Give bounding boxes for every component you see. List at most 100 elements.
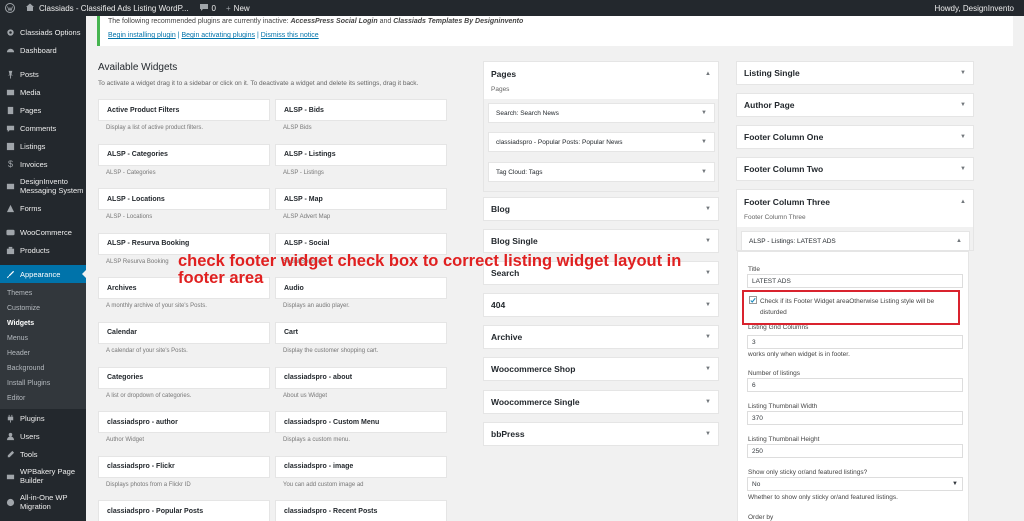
sidebar-item-migration[interactable]: All-in-One WP Migration [0,489,86,515]
available-widget-right-8[interactable]: classiadspro - image [275,455,447,478]
sidebar-item-forms[interactable]: Forms [0,199,86,217]
available-widget-desc: Displays photos from a Flickr ID [106,481,191,488]
placed-widget-popular-posts[interactable]: classiadspro - Popular Posts: Popular Ne… [488,132,715,152]
comments-link[interactable]: 0 [194,0,221,16]
available-widget-right-1[interactable]: ALSP - Listings [275,143,447,166]
expand-arrow-icon[interactable]: ▼ [701,169,707,175]
sidebar-area-bbpress[interactable]: bbPress ▼ [483,422,719,446]
expand-arrow-icon[interactable]: ▼ [705,238,711,244]
sidebar-area-woocommerce-shop[interactable]: Woocommerce Shop ▼ [483,357,719,381]
sidebar-title: Blog [491,204,510,214]
begin-activating-link[interactable]: Begin activating plugins [181,32,255,39]
submenu-menus[interactable]: Menus [0,331,86,346]
sidebar-header-footer-column-three[interactable]: Footer Column Three ▲ [737,190,973,214]
grid-columns-label: Listing Grid Columns [748,324,809,331]
submenu-themes[interactable]: Themes [0,286,86,301]
sidebar-item-classiads-options[interactable]: Classiads Options [0,23,86,41]
available-widget-right-9[interactable]: classiadspro - Recent Posts [275,500,447,521]
collapse-arrow-icon[interactable]: ▲ [956,238,962,244]
submenu-editor[interactable]: Editor [0,391,86,406]
sidebar-area-footer-column-two[interactable]: Footer Column Two ▼ [736,157,974,181]
dashboard-icon [5,45,16,56]
expand-arrow-icon[interactable]: ▼ [960,102,966,108]
sidebar-item-plugins[interactable]: Plugins [0,409,86,427]
sidebar-item-pages[interactable]: Pages [0,101,86,119]
collapse-arrow-icon[interactable]: ▲ [960,199,966,205]
dismiss-notice-link[interactable]: Dismiss this notice [261,32,319,39]
sidebar-title: Author Page [744,100,795,110]
available-widget-right-7[interactable]: classiadspro - Custom Menu [275,411,447,434]
submenu-background[interactable]: Background [0,361,86,376]
available-widget-right-2[interactable]: ALSP - Map [275,188,447,211]
available-widget-left-8[interactable]: classiadspro - Flickr [98,455,270,478]
sidebar-item-invoices[interactable]: $ Invoices [0,155,86,173]
sidebar-area-author-page[interactable]: Author Page ▼ [736,93,974,117]
expand-arrow-icon[interactable]: ▼ [705,206,711,212]
available-widget-right-5[interactable]: Cart [275,321,447,344]
wordpress-logo-icon[interactable] [0,0,20,16]
expand-arrow-icon[interactable]: ▼ [705,366,711,372]
sidebar-item-messaging[interactable]: DesignInvento Messaging System [0,173,86,199]
site-name-link[interactable]: Classiads - Classified Ads Listing WordP… [20,0,194,16]
begin-installing-link[interactable]: Begin installing plugin [108,32,176,39]
submenu-header[interactable]: Header [0,346,86,361]
expand-arrow-icon[interactable]: ▼ [705,334,711,340]
placed-widget-alsp-listings[interactable]: ALSP - Listings: LATEST ADS ▲ [741,231,970,251]
expand-arrow-icon[interactable]: ▼ [960,70,966,76]
number-of-listings-input[interactable]: 6 [747,378,963,392]
available-widget-desc: ALSP - Listings [283,169,324,176]
expand-arrow-icon[interactable]: ▼ [705,431,711,437]
new-content-link[interactable]: + New [221,0,255,16]
available-widget-desc: ALSP Bids [283,125,312,131]
submenu-widgets[interactable]: Widgets [0,316,86,331]
sidebar-item-dashboard[interactable]: Dashboard [0,41,86,59]
sidebar-item-products[interactable]: Products [0,241,86,259]
expand-arrow-icon[interactable]: ▼ [705,399,711,405]
sidebar-area-blog-single[interactable]: Blog Single ▼ [483,229,719,253]
sidebar-item-listings[interactable]: Listings [0,137,86,155]
title-input[interactable]: LATEST ADS [747,274,963,288]
expand-arrow-icon[interactable]: ▼ [701,110,707,116]
title-label: Title [748,266,761,273]
placed-widget-tag-cloud[interactable]: Tag Cloud: Tags ▼ [488,162,715,182]
products-icon [5,245,16,256]
sidebar-item-wpbakery[interactable]: WPBakery Page Builder [0,463,86,489]
sticky-select[interactable]: No ▼ [747,477,963,491]
available-widget-left-9[interactable]: classiadspro - Popular Posts [98,500,270,521]
available-widget-right-6[interactable]: classiadspro - about [275,366,447,389]
sidebar-item-posts[interactable]: Posts [0,65,86,83]
sidebar-area-listing-single[interactable]: Listing Single ▼ [736,61,974,85]
collapse-arrow-icon[interactable]: ▲ [705,71,711,77]
expand-arrow-icon[interactable]: ▼ [960,134,966,140]
thumb-height-input[interactable]: 250 [747,444,963,458]
available-widget-left-0[interactable]: Active Product Filters [98,99,270,121]
sidebar-area-archive[interactable]: Archive ▼ [483,325,719,349]
listing-icon [5,141,16,152]
available-widget-left-6[interactable]: Categories [98,366,270,389]
placed-widget-search[interactable]: Search: Search News ▼ [488,103,715,123]
sidebar-area-404[interactable]: 404 ▼ [483,293,719,317]
available-widget-left-5[interactable]: Calendar [98,321,270,344]
sidebar-item-woocommerce[interactable]: WooCommerce [0,223,86,241]
available-widget-left-1[interactable]: ALSP - Categories [98,143,270,166]
sidebar-item-users[interactable]: Users [0,427,86,445]
expand-arrow-icon[interactable]: ▼ [701,139,707,145]
sidebar-item-comments[interactable]: Comments [0,119,86,137]
sidebar-header-pages[interactable]: Pages ▲ [484,62,718,86]
available-widget-left-7[interactable]: classiadspro - author [98,411,270,434]
available-widget-left-2[interactable]: ALSP - Locations [98,188,270,211]
thumb-width-input[interactable]: 370 [747,411,963,425]
submenu-install-plugins[interactable]: Install Plugins [0,376,86,391]
grid-columns-input[interactable]: 3 [747,335,963,349]
howdy-account-link[interactable]: Howdy, DesignInvento [930,0,1024,16]
sidebar-item-appearance[interactable]: Appearance [0,265,86,283]
sidebar-item-tools[interactable]: Tools [0,445,86,463]
expand-arrow-icon[interactable]: ▼ [705,302,711,308]
sidebar-area-blog[interactable]: Blog ▼ [483,197,719,221]
sidebar-item-media[interactable]: Media [0,83,86,101]
available-widget-right-0[interactable]: ALSP - Bids [275,99,447,121]
sidebar-area-woocommerce-single[interactable]: Woocommerce Single ▼ [483,390,719,414]
submenu-customize[interactable]: Customize [0,301,86,316]
sidebar-area-footer-column-one[interactable]: Footer Column One ▼ [736,125,974,149]
expand-arrow-icon[interactable]: ▼ [960,166,966,172]
